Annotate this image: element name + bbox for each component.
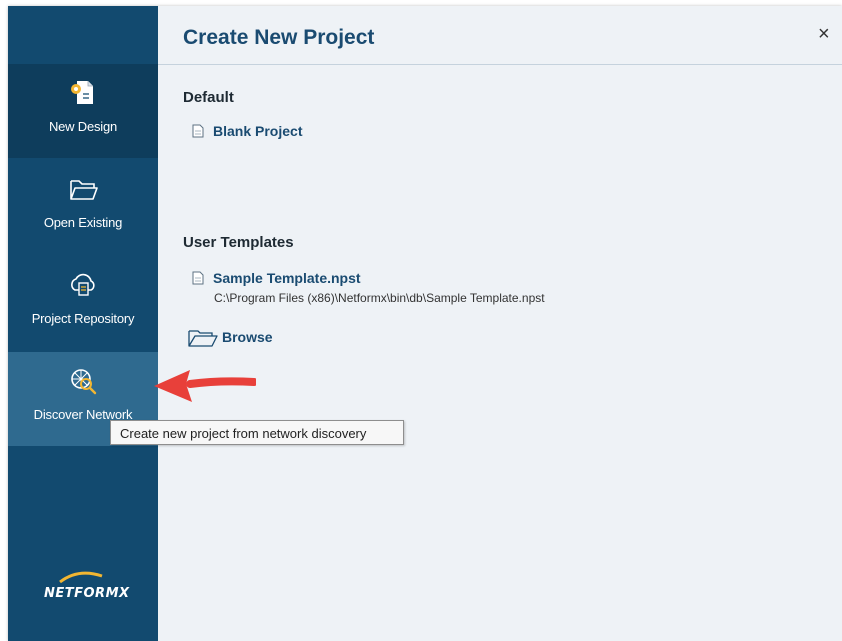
browse-link[interactable]: Browse [222, 329, 273, 345]
file-icon [192, 271, 204, 285]
template-file-path: C:\Program Files (x86)\Netformx\bin\db\S… [214, 291, 545, 305]
annotation-arrow [154, 370, 256, 402]
sidebar-item-open-existing[interactable]: Open Existing [8, 160, 158, 254]
sidebar-item-label: Open Existing [43, 215, 123, 230]
sidebar: New Design Open Existing Project Reposit… [8, 6, 158, 641]
section-heading-user-templates: User Templates [183, 234, 294, 251]
blank-project-link[interactable]: Blank Project [213, 123, 302, 139]
file-icon [192, 124, 204, 138]
sample-template-link[interactable]: Sample Template.npst [213, 270, 361, 286]
folder-icon [188, 330, 218, 347]
netformx-swoosh-icon [59, 571, 103, 584]
dialog-title: Create New Project [183, 26, 375, 49]
tooltip: Create new project from network discover… [110, 420, 404, 445]
cloud-repository-icon [71, 273, 95, 296]
sidebar-item-label: New Design [48, 119, 118, 134]
sidebar-item-new-design[interactable]: New Design [8, 64, 158, 158]
dialog-header: Create New Project × [158, 6, 842, 65]
close-button[interactable]: × [818, 24, 830, 44]
network-discovery-icon [71, 369, 97, 395]
folder-open-icon [70, 180, 98, 200]
sidebar-item-label: Project Repository [31, 311, 135, 326]
netformx-logo: NETFORMX [44, 586, 130, 601]
sidebar-item-project-repository[interactable]: Project Repository [8, 256, 158, 350]
section-heading-default: Default [183, 89, 234, 106]
new-design-icon [71, 81, 93, 104]
